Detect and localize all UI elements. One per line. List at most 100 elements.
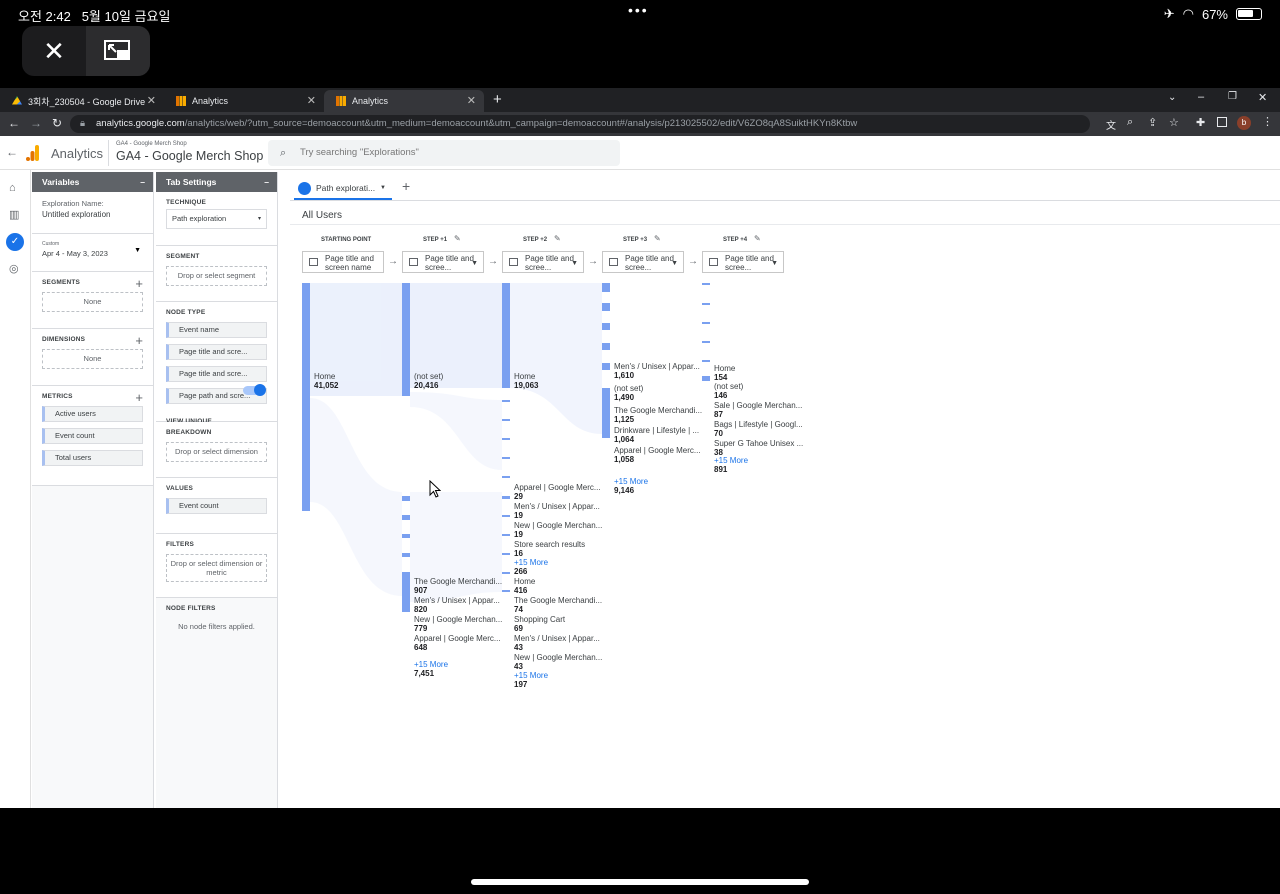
node-bar[interactable]: [502, 283, 510, 388]
node-label[interactable]: Men's / Unisex | Appar... 1,610: [614, 362, 700, 380]
node-label[interactable]: New | Google Merchan... 43: [514, 653, 602, 671]
node-bar[interactable]: [402, 553, 410, 557]
minimize-icon[interactable]: –: [264, 172, 269, 192]
minimize-icon[interactable]: –: [140, 172, 145, 192]
add-segment-button[interactable]: +: [135, 276, 143, 291]
unique-nodes-toggle[interactable]: [243, 384, 266, 396]
exploration-name[interactable]: Untitled exploration: [42, 210, 143, 219]
node-bar[interactable]: [502, 572, 510, 574]
tab-analytics-1[interactable]: Analytics ✕: [164, 90, 324, 112]
close-pip-button[interactable]: ✕: [22, 26, 86, 76]
node-label[interactable]: Men's / Unisex | Appar... 19: [514, 502, 600, 520]
node-type-chip[interactable]: Page title and scre...: [166, 344, 267, 360]
node-label[interactable]: Men's / Unisex | Appar... 820: [414, 596, 500, 614]
node-bar[interactable]: [402, 572, 410, 612]
node-bar[interactable]: [502, 419, 510, 421]
forward-arrow-icon[interactable]: →: [30, 116, 42, 130]
technique-select[interactable]: Path exploration ▾: [166, 209, 267, 229]
node-label[interactable]: (not set) 146: [714, 382, 743, 400]
advertising-icon[interactable]: ◎: [9, 262, 22, 275]
close-window-icon[interactable]: ✕: [1258, 91, 1267, 104]
tab-google-drive[interactable]: 3회차_230504 - Google Drive ✕: [0, 90, 164, 112]
node-bar[interactable]: [302, 283, 310, 511]
node-label[interactable]: Apparel | Google Merc... 648: [414, 634, 501, 652]
node-label[interactable]: Men's / Unisex | Appar... 43: [514, 634, 600, 652]
node-bar[interactable]: [502, 476, 510, 478]
breakdown-drop-zone[interactable]: Drop or select dimension: [166, 442, 267, 462]
node-label[interactable]: (not set) 1,490: [614, 384, 643, 402]
translate-icon[interactable]: 文: [1106, 117, 1116, 132]
multitask-dots[interactable]: •••: [628, 2, 649, 18]
node-label[interactable]: Home 19,063: [514, 372, 538, 390]
node-bar[interactable]: [402, 515, 410, 520]
explore-icon[interactable]: ✓: [6, 233, 24, 251]
node-label[interactable]: The Google Merchandi... 1,125: [614, 406, 702, 424]
node-bar[interactable]: [602, 343, 610, 350]
bookmark-star-icon[interactable]: ☆: [1169, 116, 1179, 129]
more-nodes-link[interactable]: +15 More 9,146: [614, 477, 648, 495]
restore-window-icon[interactable]: ❐: [1228, 91, 1237, 102]
node-bar[interactable]: [502, 400, 510, 402]
node-bar[interactable]: [502, 457, 510, 459]
node-bar[interactable]: [702, 303, 710, 305]
new-tab-button[interactable]: +: [493, 91, 502, 108]
back-arrow-icon[interactable]: ←: [6, 145, 18, 159]
node-label[interactable]: Store search results 16: [514, 540, 585, 558]
node-label[interactable]: The Google Merchandi... 907: [414, 577, 502, 595]
exploration-name-section[interactable]: Exploration Name: Untitled exploration: [32, 192, 153, 234]
node-bar[interactable]: [602, 323, 610, 330]
node-label[interactable]: Home 416: [514, 577, 535, 595]
segment-drop-zone[interactable]: Drop or select segment: [166, 266, 267, 286]
values-chip[interactable]: Event count: [166, 498, 267, 514]
node-bar[interactable]: [702, 360, 710, 362]
metric-chip[interactable]: Event count: [42, 428, 143, 444]
close-tab-icon[interactable]: ✕: [147, 94, 156, 107]
property-selector[interactable]: GA4 - Google Merch Shop: [116, 149, 263, 163]
more-nodes-link[interactable]: +15 More 197: [514, 671, 548, 689]
side-panel-icon[interactable]: [1217, 117, 1227, 127]
metric-chip[interactable]: Total users: [42, 450, 143, 466]
home-indicator[interactable]: [471, 879, 809, 885]
node-bar[interactable]: [602, 363, 610, 370]
node-label[interactable]: (not set) 20,416: [414, 372, 443, 390]
address-bar[interactable]: 🔒︎ analytics.google.com/analytics/web/?u…: [70, 115, 1090, 133]
add-dimension-button[interactable]: +: [135, 333, 143, 348]
back-arrow-icon[interactable]: ←: [8, 116, 20, 130]
more-nodes-link[interactable]: +15 More 7,451: [414, 660, 448, 678]
date-range-section[interactable]: Custom Apr 4 - May 3, 2023 ▼: [32, 234, 153, 272]
node-label[interactable]: Bags | Lifestyle | Googl... 70: [714, 420, 803, 438]
node-label[interactable]: Shopping Cart 69: [514, 615, 565, 633]
zoom-icon[interactable]: ⌕: [1127, 116, 1133, 129]
node-label[interactable]: Home 154: [714, 364, 735, 382]
node-label[interactable]: New | Google Merchan... 19: [514, 521, 602, 539]
node-label[interactable]: Super G Tahoe Unisex ... 38: [714, 439, 803, 457]
restore-pip-button[interactable]: [86, 26, 150, 76]
more-nodes-link[interactable]: +15 More 891: [714, 456, 748, 474]
node-bar[interactable]: [702, 283, 710, 285]
node-bar[interactable]: [702, 376, 710, 381]
node-label[interactable]: Apparel | Google Merc... 1,058: [614, 446, 701, 464]
node-type-chip[interactable]: Page title and scre...: [166, 366, 267, 382]
node-label[interactable]: Apparel | Google Merc... 29: [514, 483, 601, 501]
node-bar[interactable]: [402, 283, 410, 396]
node-label[interactable]: New | Google Merchan... 779: [414, 615, 502, 633]
close-tab-icon[interactable]: ✕: [307, 94, 316, 107]
close-tab-icon[interactable]: ✕: [467, 94, 476, 107]
node-bar[interactable]: [502, 534, 510, 536]
node-bar[interactable]: [602, 303, 610, 311]
tab-search-icon[interactable]: ⌄: [1168, 92, 1176, 103]
node-label[interactable]: Home 41,052: [314, 372, 338, 390]
profile-avatar[interactable]: b: [1237, 116, 1251, 130]
node-bar[interactable]: [702, 322, 710, 324]
more-nodes-link[interactable]: +15 More 266: [514, 558, 548, 576]
home-icon[interactable]: ⌂: [9, 182, 22, 195]
minimize-window-icon[interactable]: –: [1198, 91, 1204, 103]
node-bar[interactable]: [602, 388, 610, 438]
tab-analytics-active[interactable]: Analytics ✕: [324, 90, 484, 112]
node-bar[interactable]: [502, 553, 510, 555]
node-bar[interactable]: [502, 515, 510, 517]
reports-icon[interactable]: ▥: [9, 208, 22, 221]
search-input[interactable]: ⌕ Try searching "Explorations": [268, 140, 620, 166]
node-bar[interactable]: [602, 283, 610, 292]
date-range[interactable]: Apr 4 - May 3, 2023: [42, 249, 143, 258]
